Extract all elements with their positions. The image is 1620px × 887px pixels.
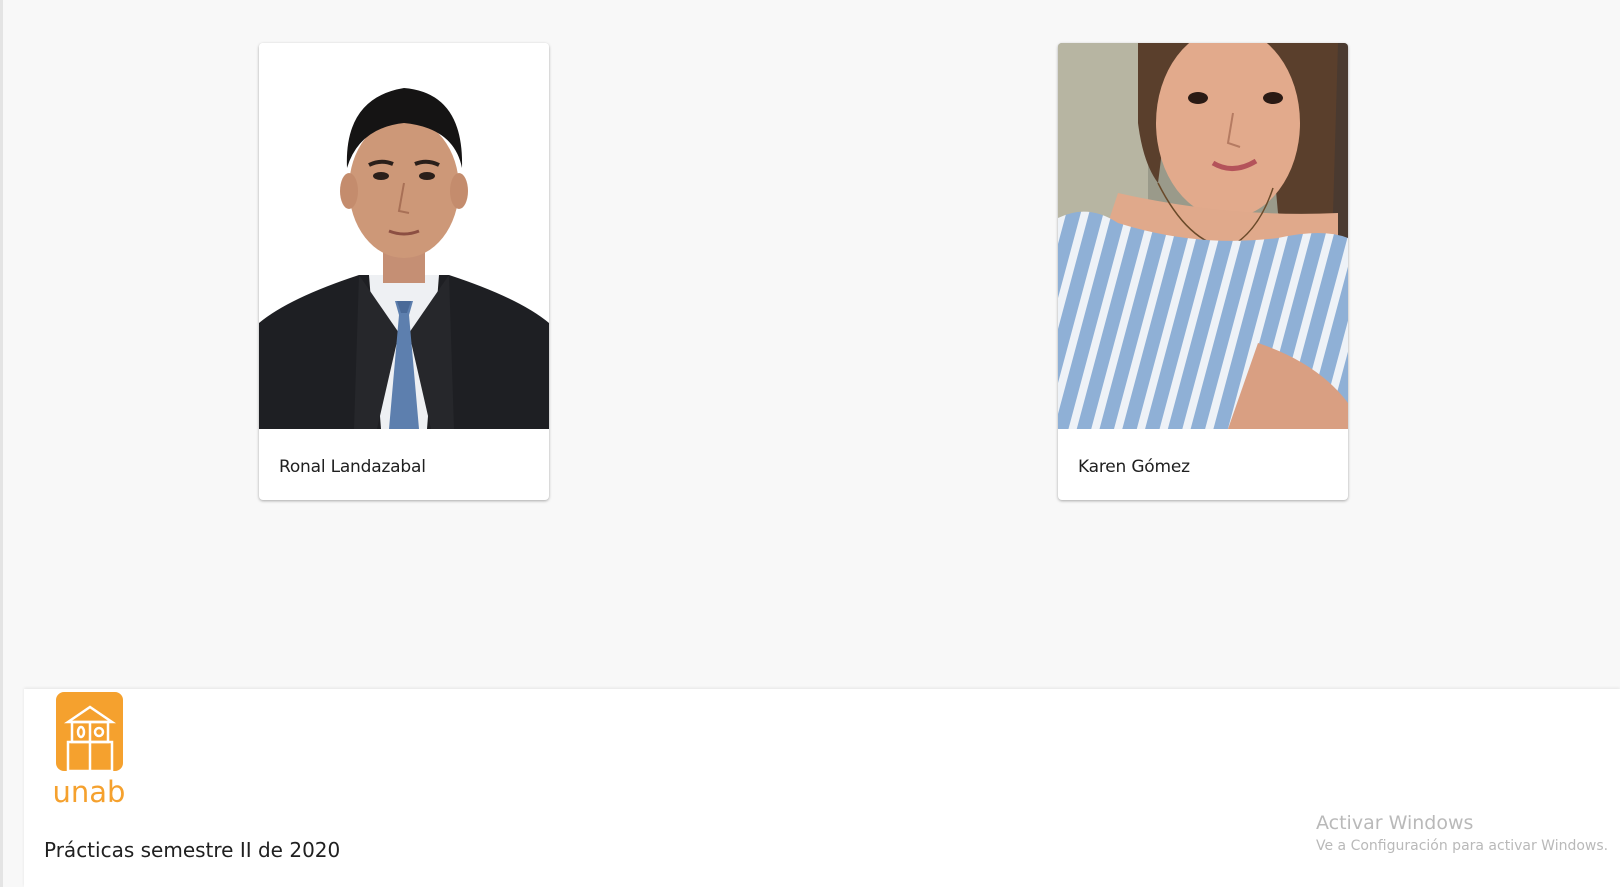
logo-text: unab [54,775,125,809]
member-name: Ronal Landazabal [279,457,426,477]
watermark-title: Activar Windows [1316,812,1474,834]
window-left-border [0,0,3,887]
member-photo [1058,43,1348,429]
footer: unab Prácticas semestre II de 2020 [24,689,1620,887]
member-name: Karen Gómez [1078,457,1190,477]
footer-caption: Prácticas semestre II de 2020 [44,838,341,862]
team-member-card[interactable]: Ronal Landazabal [259,43,549,500]
activation-watermark: Activar Windows Ve a Configuración para … [1316,812,1608,854]
watermark-subtitle: Ve a Configuración para activar Windows. [1316,838,1609,854]
team-member-card[interactable]: Karen Gómez [1058,43,1348,500]
unab-logo: unab [54,692,125,809]
member-photo [259,43,549,429]
